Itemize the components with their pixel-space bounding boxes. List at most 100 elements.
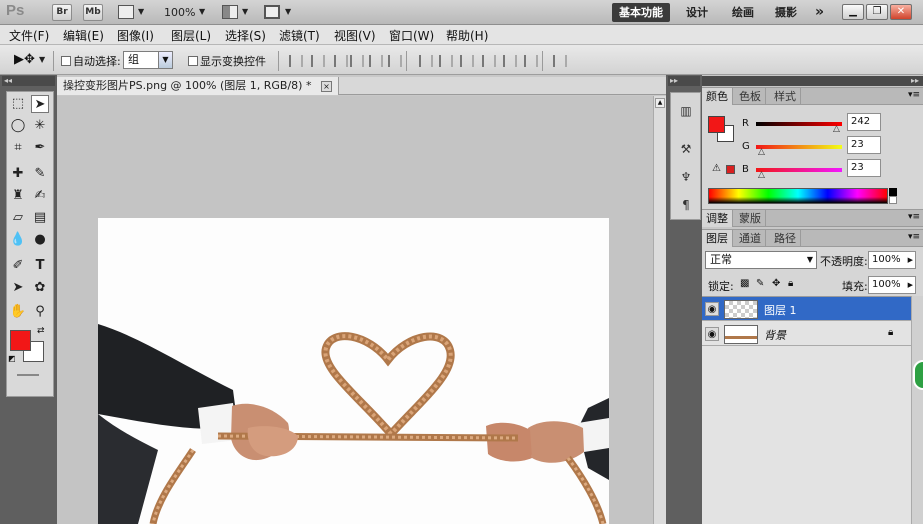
menu-image[interactable]: 图像(I) [117, 27, 154, 44]
chevron-down-icon[interactable]: ▼ [138, 7, 144, 16]
layer-row-background[interactable]: ◉ 背景 🔒︎ [702, 322, 911, 346]
eyedropper-icon[interactable]: ✒ [31, 139, 49, 157]
gamut-color-swatch[interactable] [726, 165, 735, 174]
panel-menu-icon[interactable]: ▾≡ [908, 90, 920, 100]
menu-help[interactable]: 帮助(H) [446, 27, 488, 44]
dock-expand-icon[interactable]: ▸▸ [668, 76, 700, 86]
eye-icon[interactable]: ◉ [705, 302, 719, 316]
clone-source-icon[interactable]: ♆ [678, 169, 694, 185]
healing-brush-icon[interactable]: ✚ [9, 165, 27, 183]
floating-assistant-icon[interactable] [913, 360, 923, 390]
tab-layers[interactable]: 图层 [702, 230, 733, 247]
shape-icon[interactable]: ✿ [31, 279, 49, 297]
character-icon[interactable]: ¶ [678, 197, 694, 213]
hand-icon[interactable]: ✋ [9, 303, 27, 321]
opacity-field[interactable]: 100% ▶ [868, 251, 916, 269]
minimize-icon[interactable]: ▁ [842, 4, 864, 20]
close-icon[interactable]: ✕ [890, 4, 912, 20]
history-brush-icon[interactable]: ✍ [31, 187, 49, 205]
tab-color[interactable]: 颜色 [702, 88, 733, 105]
foreground-color-swatch[interactable] [10, 330, 31, 351]
scroll-up-icon[interactable]: ▲ [655, 98, 665, 108]
out-of-gamut-warning-icon[interactable]: ⚠ [712, 163, 721, 174]
r-value-field[interactable]: 242 [847, 113, 881, 131]
align-hcenter-icon[interactable] [369, 55, 383, 67]
brush-presets-icon[interactable]: ⚒ [678, 141, 694, 157]
distribute-left-icon[interactable] [482, 55, 496, 67]
marquee-icon[interactable]: ⬚ [9, 95, 27, 113]
zoom-icon[interactable]: ⚲ [31, 303, 49, 321]
eraser-icon[interactable]: ▱ [9, 209, 27, 227]
magic-wand-icon[interactable]: ✳ [31, 117, 49, 135]
tab-masks[interactable]: 蒙版 [735, 210, 766, 227]
document-tab[interactable]: 操控变形图片PS.png @ 100% (图层 1, RGB/8) * × [57, 77, 339, 95]
default-colors-icon[interactable]: ◩ [8, 354, 16, 363]
lock-position-icon[interactable]: ✥ [772, 278, 780, 289]
toolbox-collapse-icon[interactable]: ◂◂ [2, 76, 55, 86]
distribute-hcenter-icon[interactable] [503, 55, 517, 67]
dodge-icon[interactable]: ● [31, 231, 49, 249]
layer-name[interactable]: 背景 [764, 327, 786, 343]
tab-swatches[interactable]: 色板 [735, 88, 766, 105]
crop-icon[interactable]: ⌗ [9, 139, 27, 157]
menu-file[interactable]: 文件(F) [9, 27, 49, 44]
workspace-painting[interactable]: 绘画 [725, 3, 761, 22]
workspace-essentials[interactable]: 基本功能 [612, 3, 670, 22]
g-slider-thumb[interactable]: △ [758, 147, 765, 157]
path-select-icon[interactable]: ➤ [9, 279, 27, 297]
eye-icon[interactable]: ◉ [705, 327, 719, 341]
mini-bridge-button[interactable]: Mb [83, 4, 103, 21]
g-value-field[interactable]: 23 [847, 136, 881, 154]
auto-align-icon[interactable] [553, 55, 567, 67]
tab-styles[interactable]: 样式 [770, 88, 801, 105]
arrange-documents-icon[interactable] [222, 5, 238, 19]
tab-adjustments[interactable]: 调整 [702, 210, 733, 227]
screen-mode-icon[interactable] [264, 5, 280, 19]
r-slider[interactable] [756, 122, 842, 126]
distribute-right-icon[interactable] [524, 55, 538, 67]
brush-icon[interactable]: ✎ [31, 165, 49, 183]
auto-select-checkbox[interactable] [61, 56, 71, 66]
menu-layer[interactable]: 图层(L) [171, 27, 211, 44]
more-workspaces-button[interactable]: » [808, 3, 831, 22]
chevron-down-icon[interactable]: ▼ [285, 7, 291, 16]
workspace-design[interactable]: 设计 [679, 3, 715, 22]
gradient-icon[interactable]: ▤ [31, 209, 49, 227]
chevron-right-icon[interactable]: ▶ [908, 277, 913, 293]
show-transform-checkbox[interactable] [188, 56, 198, 66]
distribute-vcenter-icon[interactable] [439, 55, 453, 67]
quick-mask-icon[interactable] [17, 374, 39, 376]
black-swatch[interactable] [889, 188, 897, 196]
align-top-icon[interactable] [289, 55, 303, 67]
close-icon[interactable]: × [320, 81, 332, 92]
tab-paths[interactable]: 路径 [770, 230, 801, 247]
vertical-scrollbar[interactable]: ▲ [653, 96, 666, 524]
b-slider[interactable] [756, 168, 842, 172]
panel-collapse-icon[interactable]: ▸▸ [702, 76, 923, 86]
blend-mode-dropdown[interactable]: 正常 ▼ [705, 251, 817, 269]
b-value-field[interactable]: 23 [847, 159, 881, 177]
workspace-photography[interactable]: 摄影 [768, 3, 804, 22]
document-image[interactable] [98, 218, 609, 524]
color-spectrum-bar[interactable] [708, 188, 888, 204]
menu-select[interactable]: 选择(S) [225, 27, 266, 44]
tab-channels[interactable]: 通道 [735, 230, 766, 247]
menu-edit[interactable]: 编辑(E) [63, 27, 104, 44]
layer-name[interactable]: 图层 1 [764, 302, 797, 318]
lasso-icon[interactable]: ◯ [9, 117, 27, 135]
layer-row-1[interactable]: ◉ 图层 1 [702, 297, 911, 321]
layers-scrollbar[interactable] [911, 296, 923, 524]
align-bottom-icon[interactable] [334, 55, 348, 67]
g-slider[interactable] [756, 145, 842, 149]
pen-icon[interactable]: ✐ [9, 257, 27, 275]
restore-icon[interactable]: ❐ [866, 4, 888, 20]
chevron-down-icon[interactable]: ▼ [39, 55, 45, 64]
r-slider-thumb[interactable]: △ [833, 124, 840, 134]
type-icon[interactable]: T [31, 257, 49, 275]
menu-window[interactable]: 窗口(W) [389, 27, 434, 44]
lock-all-icon[interactable]: 🔒︎ [788, 278, 793, 289]
zoom-level[interactable]: 100% [164, 6, 195, 19]
align-vcenter-icon[interactable] [311, 55, 325, 67]
menu-view[interactable]: 视图(V) [334, 27, 376, 44]
distribute-bottom-icon[interactable] [460, 55, 474, 67]
